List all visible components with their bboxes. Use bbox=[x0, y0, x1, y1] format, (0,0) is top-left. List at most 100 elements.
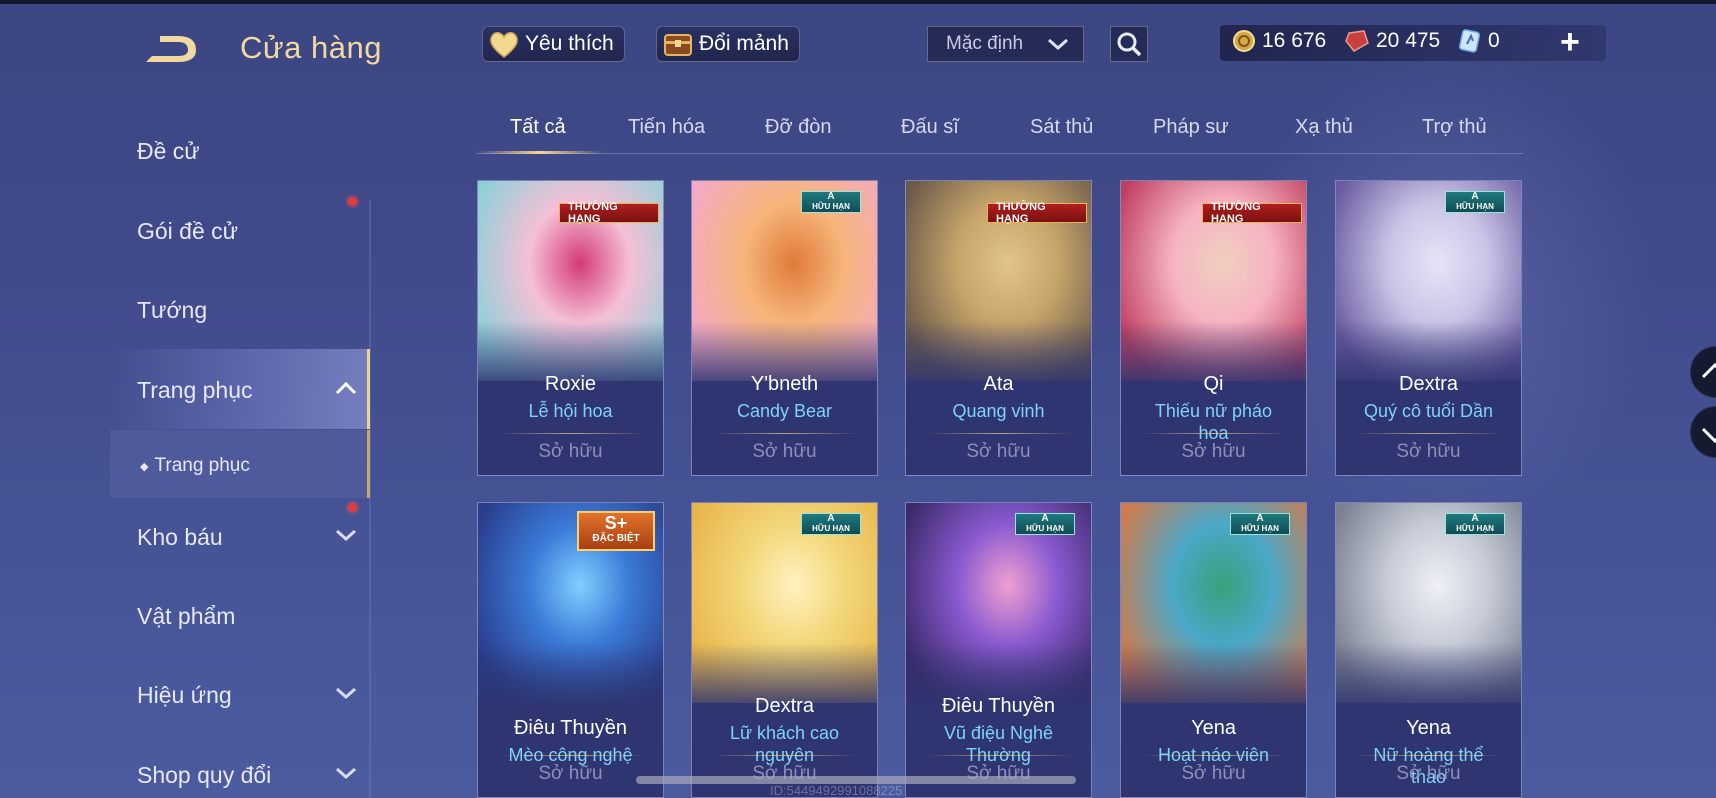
chevron-down-icon bbox=[336, 767, 356, 780]
scroll-down-button[interactable] bbox=[1690, 406, 1716, 458]
badge-label: HỮU HẠN bbox=[1026, 524, 1064, 533]
skin-name: Vũ điệu Nghê Thường bbox=[943, 723, 1054, 765]
tab-marksman[interactable]: Xạ thủ bbox=[1295, 116, 1353, 139]
card-divider bbox=[1141, 755, 1288, 756]
tab-assassin[interactable]: Sát thủ bbox=[1030, 116, 1093, 139]
sidebar-item-heroes[interactable]: Tướng bbox=[137, 290, 357, 330]
hero-name: Điêu Thuyền bbox=[941, 695, 1056, 717]
sidebar-item-label: Hiệu ứng bbox=[137, 681, 232, 708]
exchange-shards-button[interactable]: Đổi mảnh bbox=[656, 26, 800, 62]
chevron-down-icon bbox=[336, 687, 356, 700]
hero-name: Ata bbox=[983, 373, 1014, 395]
search-icon bbox=[1117, 32, 1142, 57]
plus-icon: + bbox=[1560, 23, 1580, 61]
chevron-down-icon bbox=[336, 529, 356, 542]
skin-name: Thiếu nữ pháo hoa bbox=[1154, 401, 1273, 443]
card-divider bbox=[1141, 433, 1288, 434]
skin-name: Quang vinh bbox=[952, 401, 1045, 421]
ownership-status: Sở hữu bbox=[1181, 763, 1246, 784]
limited-badge: A HỮU HẠN bbox=[1445, 191, 1505, 213]
card-divider bbox=[926, 433, 1073, 434]
sidebar-item-label: Trang phục bbox=[137, 376, 253, 403]
badge-grade: A bbox=[827, 191, 835, 202]
sidebar-item-bundles[interactable]: Gói đề cử bbox=[137, 211, 357, 251]
sidebar-item-exchange-shop[interactable]: Shop quy đổi bbox=[137, 755, 357, 795]
skin-card[interactable]: A HỮU HẠN Dextra Quý cô tuổi Dần Sở hữu bbox=[1335, 180, 1522, 476]
tab-support[interactable]: Trợ thủ bbox=[1422, 116, 1487, 139]
hero-name: Y'bneth bbox=[750, 373, 819, 395]
chevron-up-icon bbox=[335, 381, 357, 395]
card-divider bbox=[712, 755, 859, 756]
skin-name: Lễ hội hoa bbox=[528, 401, 613, 421]
sidebar-item-label: Trang phục bbox=[154, 455, 250, 476]
tab-tank[interactable]: Đỡ đòn bbox=[765, 116, 831, 139]
sidebar-item-label: Shop quy đổi bbox=[137, 761, 272, 788]
skin-card[interactable]: A HỮU HẠN Điêu Thuyền Vũ điệu Nghê Thường Sở… bbox=[905, 502, 1092, 798]
sidebar-item-items[interactable]: Vật phẩm bbox=[137, 596, 357, 636]
ruby-currency: 20 475 bbox=[1344, 29, 1440, 53]
badge-label: ĐẶC BIỆT bbox=[592, 533, 640, 544]
sidebar-item-label: Gói đề cử bbox=[137, 217, 239, 244]
voucher-currency: 0 bbox=[1458, 29, 1500, 53]
favorites-label: Yêu thích bbox=[525, 32, 614, 55]
tab-fighter[interactable]: Đấu sĩ bbox=[901, 116, 959, 139]
card-divider bbox=[712, 433, 859, 434]
tab-mage[interactable]: Pháp sư bbox=[1153, 116, 1229, 139]
skin-card[interactable]: A HỮU HẠN Yena Hoạt náo viên Sở hữu bbox=[1120, 502, 1307, 798]
tab-evolution[interactable]: Tiến hóa bbox=[628, 116, 705, 139]
ownership-status: Sở hữu bbox=[538, 441, 603, 462]
ownership-status: Sở hữu bbox=[752, 441, 817, 462]
skin-card[interactable]: THƯỜNG HẠNG Roxie Lễ hội hoa Sở hữu bbox=[477, 180, 664, 476]
sidebar-item-treasure[interactable]: Kho báu bbox=[137, 517, 357, 557]
sidebar-subitem-skins[interactable]: ◆ Trang phục bbox=[140, 446, 360, 486]
sidebar-item-effects[interactable]: Hiệu ứng bbox=[137, 675, 357, 715]
skin-card[interactable]: A HỮU HẠN Dextra Lữ khách cao nguyên Sở hữu bbox=[691, 502, 878, 798]
card-divider bbox=[1356, 755, 1503, 756]
hero-name: Yena bbox=[1406, 717, 1451, 739]
badge-grade: A bbox=[1256, 513, 1264, 524]
rank-badge: THƯỜNG HẠNG bbox=[1202, 201, 1302, 225]
badge-grade: S+ bbox=[604, 513, 628, 533]
ownership-status: Sở hữu bbox=[1396, 763, 1461, 784]
hero-name: Roxie bbox=[544, 373, 597, 395]
notification-dot bbox=[348, 197, 357, 206]
limited-badge: A HỮU HẠN bbox=[801, 191, 861, 213]
ownership-status: Sở hữu bbox=[966, 441, 1031, 462]
sidebar-item-recommended[interactable]: Đề cử bbox=[137, 131, 357, 171]
voucher-amount: 0 bbox=[1488, 29, 1500, 52]
gold-currency: 16 676 bbox=[1232, 29, 1326, 53]
limited-badge: A HỮU HẠN bbox=[801, 513, 861, 535]
player-id-watermark: ID:5449492991088225 bbox=[770, 783, 903, 798]
badge-label: HỮU HẠN bbox=[1456, 524, 1494, 533]
sidebar-item-skins[interactable]: Trang phục bbox=[137, 370, 357, 410]
badge-grade: A bbox=[827, 513, 835, 524]
favorites-button[interactable]: Yêu thích bbox=[482, 26, 625, 62]
limited-badge: A HỮU HẠN bbox=[1230, 513, 1290, 535]
badge-label: HỮU HẠN bbox=[812, 202, 850, 211]
tab-all[interactable]: Tất cả bbox=[510, 116, 566, 139]
badge-grade: A bbox=[1041, 513, 1049, 524]
sidebar-divider bbox=[369, 200, 371, 798]
skin-card[interactable]: S+ ĐẶC BIỆT Điêu Thuyền Mèo công nghệ Sở hữu bbox=[477, 502, 664, 798]
gold-coin-icon bbox=[1233, 30, 1255, 52]
card-divider bbox=[926, 755, 1073, 756]
chevron-down-icon bbox=[1048, 38, 1068, 51]
chevron-up-icon bbox=[1701, 362, 1716, 379]
notification-dot bbox=[348, 503, 357, 512]
badge-label: HỮU HẠN bbox=[1241, 524, 1279, 533]
skin-card[interactable]: THƯỜNG HẠNG Ata Quang vinh Sở hữu bbox=[905, 180, 1092, 476]
rank-badge: THƯỜNG HẠNG bbox=[987, 201, 1087, 225]
voucher-card-icon bbox=[1458, 29, 1481, 53]
card-divider bbox=[498, 433, 645, 434]
skin-card[interactable]: A HỮU HẠN Yena Nữ hoàng thể thao Sở hữu bbox=[1335, 502, 1522, 798]
search-button[interactable] bbox=[1110, 26, 1148, 62]
sort-dropdown[interactable]: Mặc định bbox=[927, 26, 1084, 62]
sidebar-item-label: Vật phẩm bbox=[137, 602, 236, 629]
add-currency-button[interactable]: + bbox=[1560, 24, 1580, 60]
back-button[interactable] bbox=[138, 30, 208, 70]
scroll-up-button[interactable] bbox=[1690, 346, 1716, 398]
sidebar-item-label: Kho báu bbox=[137, 523, 223, 550]
skin-card[interactable]: THƯỜNG HẠNG Qi Thiếu nữ pháo hoa Sở hữu bbox=[1120, 180, 1307, 476]
chevron-down-icon bbox=[1701, 427, 1716, 444]
skin-card[interactable]: A HỮU HẠN Y'bneth Candy Bear Sở hữu bbox=[691, 180, 878, 476]
